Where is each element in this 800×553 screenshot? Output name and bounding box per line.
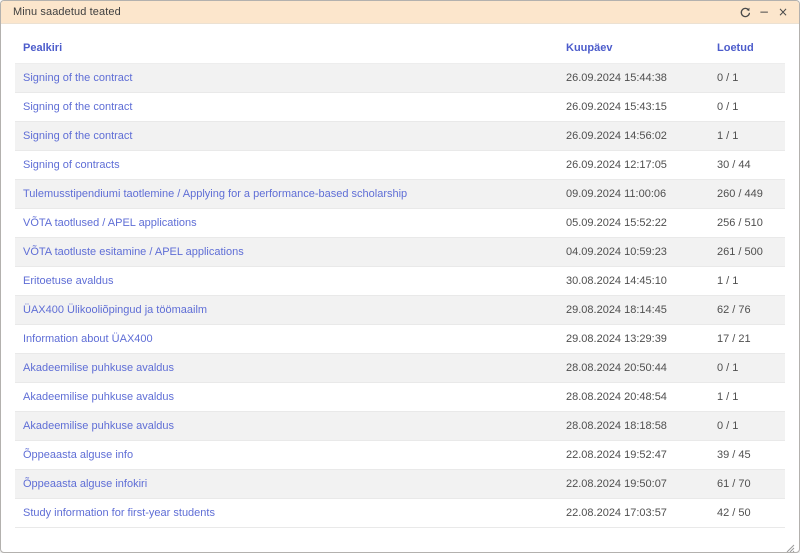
message-read-count: 62 / 76 xyxy=(709,295,785,324)
message-link[interactable]: Study information for first-year student… xyxy=(23,507,215,519)
message-link[interactable]: Õppeaasta alguse info xyxy=(23,449,133,461)
message-read-count: 17 / 21 xyxy=(709,324,785,353)
table-row: Eritoetuse avaldus 30.08.2024 14:45:101 /… xyxy=(15,266,785,295)
message-title-cell: VÕTA taotlused / APEL applications xyxy=(15,208,558,237)
minimize-icon[interactable]: − xyxy=(758,6,770,18)
message-title-cell: Eritoetuse avaldus xyxy=(15,266,558,295)
message-read-count: 42 / 50 xyxy=(709,498,785,527)
message-read-count: 0 / 1 xyxy=(709,411,785,440)
message-date: 09.09.2024 11:00:06 xyxy=(558,179,709,208)
message-title-cell: Akadeemilise puhkuse avaldus xyxy=(15,411,558,440)
table-row: Signing of the contract 26.09.2024 15:43:… xyxy=(15,92,785,121)
message-link[interactable]: Tulemusstipendiumi taotlemine / Applying… xyxy=(23,188,407,200)
table-row: Signing of the contract 26.09.2024 15:44:… xyxy=(15,63,785,92)
message-date: 22.08.2024 19:50:07 xyxy=(558,469,709,498)
table-row: Signing of contracts 26.09.2024 12:17:053… xyxy=(15,150,785,179)
refresh-icon[interactable] xyxy=(739,6,751,18)
message-title-cell: Akadeemilise puhkuse avaldus xyxy=(15,382,558,411)
table-row: Akadeemilise puhkuse avaldus 28.08.2024 1… xyxy=(15,411,785,440)
table-row: Information about ÜAX400 29.08.2024 13:29… xyxy=(15,324,785,353)
table-row: Akadeemilise puhkuse avaldus 28.08.2024 2… xyxy=(15,353,785,382)
message-date: 29.08.2024 13:29:39 xyxy=(558,324,709,353)
message-title-cell: Signing of the contract xyxy=(15,92,558,121)
message-link[interactable]: VÕTA taotluste esitamine / APEL applicat… xyxy=(23,246,244,258)
message-read-count: 0 / 1 xyxy=(709,63,785,92)
message-read-count: 30 / 44 xyxy=(709,150,785,179)
message-link[interactable]: Õppeaasta alguse infokiri xyxy=(23,478,147,490)
message-title-cell: ÜAX400 Ülikooliõpingud ja töömaailm xyxy=(15,295,558,324)
message-read-count: 1 / 1 xyxy=(709,121,785,150)
message-date: 28.08.2024 20:48:54 xyxy=(558,382,709,411)
message-link[interactable]: Eritoetuse avaldus xyxy=(23,275,114,287)
message-title-cell: Õppeaasta alguse info xyxy=(15,440,558,469)
message-read-count: 260 / 449 xyxy=(709,179,785,208)
message-date: 29.08.2024 18:14:45 xyxy=(558,295,709,324)
message-read-count: 256 / 510 xyxy=(709,208,785,237)
table-row: Õppeaasta alguse info 22.08.2024 19:52:47… xyxy=(15,440,785,469)
message-read-count: 61 / 70 xyxy=(709,469,785,498)
table-header-row: Pealkiri Kuupäev Loetud xyxy=(15,34,785,63)
message-link[interactable]: Signing of the contract xyxy=(23,72,132,84)
column-header-date[interactable]: Kuupäev xyxy=(558,34,709,63)
message-read-count: 261 / 500 xyxy=(709,237,785,266)
message-date: 26.09.2024 14:56:02 xyxy=(558,121,709,150)
message-link[interactable]: ÜAX400 Ülikooliõpingud ja töömaailm xyxy=(23,304,207,316)
message-date: 05.09.2024 15:52:22 xyxy=(558,208,709,237)
message-read-count: 0 / 1 xyxy=(709,92,785,121)
table-row: Study information for first-year student… xyxy=(15,498,785,527)
resize-grip-icon[interactable] xyxy=(786,540,795,549)
message-title-cell: VÕTA taotluste esitamine / APEL applicat… xyxy=(15,237,558,266)
message-link[interactable]: VÕTA taotlused / APEL applications xyxy=(23,217,197,229)
message-title-cell: Signing of contracts xyxy=(15,150,558,179)
table-body: Signing of the contract 26.09.2024 15:44:… xyxy=(15,63,785,527)
message-link[interactable]: Signing of the contract xyxy=(23,101,132,113)
message-date: 26.09.2024 15:43:15 xyxy=(558,92,709,121)
message-date: 28.08.2024 20:50:44 xyxy=(558,353,709,382)
table-row: Signing of the contract 26.09.2024 14:56:… xyxy=(15,121,785,150)
message-date: 26.09.2024 12:17:05 xyxy=(558,150,709,179)
message-link[interactable]: Akadeemilise puhkuse avaldus xyxy=(23,362,174,374)
message-link[interactable]: Signing of contracts xyxy=(23,159,120,171)
message-date: 22.08.2024 19:52:47 xyxy=(558,440,709,469)
message-title-cell: Tulemusstipendiumi taotlemine / Applying… xyxy=(15,179,558,208)
message-read-count: 0 / 1 xyxy=(709,353,785,382)
messages-table: Pealkiri Kuupäev Loetud Signing of the c… xyxy=(15,34,785,528)
message-date: 26.09.2024 15:44:38 xyxy=(558,63,709,92)
message-link[interactable]: Information about ÜAX400 xyxy=(23,333,153,345)
message-date: 30.08.2024 14:45:10 xyxy=(558,266,709,295)
table-row: Õppeaasta alguse infokiri 22.08.2024 19:5… xyxy=(15,469,785,498)
table-row: ÜAX400 Ülikooliõpingud ja töömaailm 29.08… xyxy=(15,295,785,324)
message-read-count: 39 / 45 xyxy=(709,440,785,469)
window-title: Minu saadetud teated xyxy=(13,6,121,18)
message-date: 28.08.2024 18:18:58 xyxy=(558,411,709,440)
column-header-read[interactable]: Loetud xyxy=(709,34,785,63)
message-title-cell: Signing of the contract xyxy=(15,63,558,92)
table-row: Tulemusstipendiumi taotlemine / Applying… xyxy=(15,179,785,208)
message-read-count: 1 / 1 xyxy=(709,266,785,295)
table-row: VÕTA taotluste esitamine / APEL applicat… xyxy=(15,237,785,266)
messages-window: Minu saadetud teated − × Pealkiri Kuupäe… xyxy=(0,0,800,553)
message-date: 04.09.2024 10:59:23 xyxy=(558,237,709,266)
message-link[interactable]: Akadeemilise puhkuse avaldus xyxy=(23,420,174,432)
table-row: Akadeemilise puhkuse avaldus 28.08.2024 2… xyxy=(15,382,785,411)
table-row: VÕTA taotlused / APEL applications 05.09.… xyxy=(15,208,785,237)
messages-content: Pealkiri Kuupäev Loetud Signing of the c… xyxy=(1,24,799,528)
close-icon[interactable]: × xyxy=(777,6,789,18)
window-titlebar: Minu saadetud teated − × xyxy=(1,1,799,24)
message-title-cell: Signing of the contract xyxy=(15,121,558,150)
window-controls: − × xyxy=(739,6,789,18)
message-title-cell: Information about ÜAX400 xyxy=(15,324,558,353)
column-header-title[interactable]: Pealkiri xyxy=(15,34,558,63)
message-link[interactable]: Akadeemilise puhkuse avaldus xyxy=(23,391,174,403)
message-title-cell: Study information for first-year student… xyxy=(15,498,558,527)
message-date: 22.08.2024 17:03:57 xyxy=(558,498,709,527)
message-title-cell: Õppeaasta alguse infokiri xyxy=(15,469,558,498)
window-footer xyxy=(1,528,799,553)
message-title-cell: Akadeemilise puhkuse avaldus xyxy=(15,353,558,382)
message-link[interactable]: Signing of the contract xyxy=(23,130,132,142)
message-read-count: 1 / 1 xyxy=(709,382,785,411)
